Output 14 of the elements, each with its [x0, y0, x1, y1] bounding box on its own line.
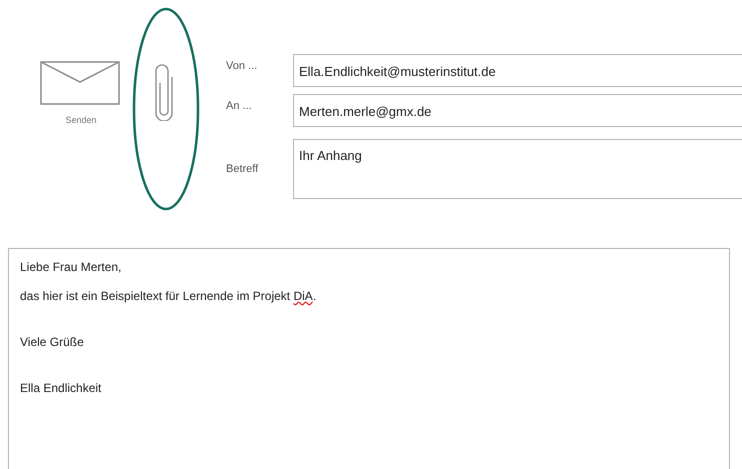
body-text-line: Ella Endlichkeit: [20, 380, 102, 397]
input-field[interactable]: Ihr Anhang: [293, 139, 742, 199]
body-text-line: das hier ist ein Beispieltext für Lernende im Projekt DiA.: [20, 288, 316, 305]
field-label: Betreff: [226, 162, 260, 177]
field-label: Von ...: [226, 59, 258, 74]
paperclip-icon[interactable]: [155, 63, 173, 121]
envelope-icon: [40, 60, 122, 106]
field-label: An ...: [226, 99, 253, 114]
input-field[interactable]: Ella.Endlichkeit@musterinstitut.de: [293, 54, 742, 87]
input-field[interactable]: Merten.merle@gmx.de: [293, 94, 742, 127]
body-text-line: Liebe Frau Merten,: [20, 259, 122, 276]
send-button[interactable]: Senden: [40, 60, 122, 130]
message-body[interactable]: Liebe Frau Merten, das hier ist ein Beispieltext für Lernende im Projekt DiA. Viele Grüße Ella Endlichkeit: [8, 248, 730, 469]
body-text-line: Viele Grüße: [20, 334, 84, 351]
